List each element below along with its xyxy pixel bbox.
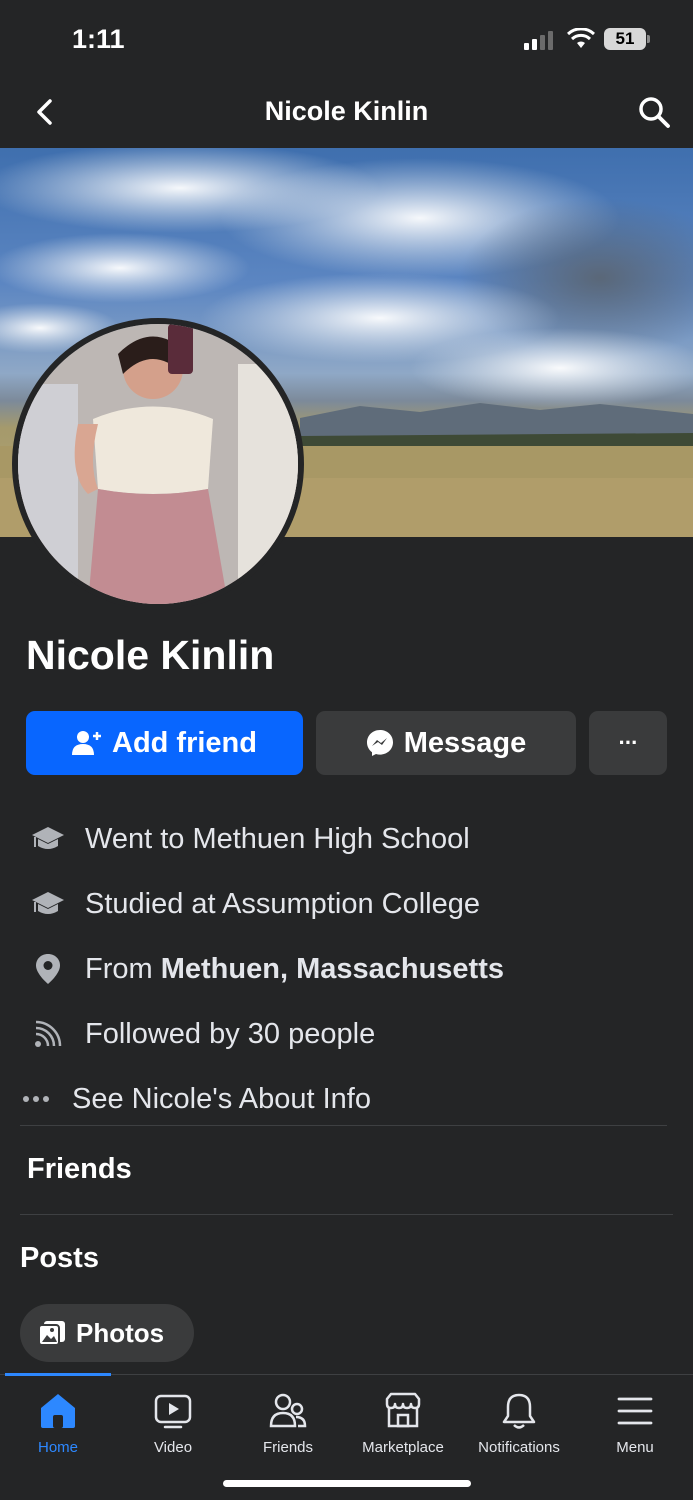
video-icon xyxy=(154,1394,192,1429)
menu-icon xyxy=(617,1397,653,1425)
school-text: Went to Methuen High School xyxy=(85,822,470,855)
battery-indicator: 51 xyxy=(604,28,646,50)
tab-friends[interactable]: Friends xyxy=(230,1391,346,1456)
friends-icon xyxy=(269,1393,307,1428)
friends-section-title: Friends xyxy=(27,1153,132,1185)
bell-icon xyxy=(502,1393,536,1429)
tab-video[interactable]: Video xyxy=(115,1391,231,1456)
profile-name: Nicole Kinlin xyxy=(26,632,275,678)
photos-icon xyxy=(38,1321,65,1346)
signal-icon xyxy=(524,31,553,50)
active-tab-indicator xyxy=(5,1373,111,1376)
graduation-cap-icon xyxy=(30,821,66,857)
home-icon xyxy=(41,1394,75,1428)
tab-menu[interactable]: Menu xyxy=(577,1391,693,1456)
tab-label: Friends xyxy=(262,1439,314,1456)
tab-label: Home xyxy=(37,1439,78,1456)
profile-avatar[interactable] xyxy=(12,318,304,610)
header-title: Nicole Kinlin xyxy=(264,96,429,126)
hometown-prefix: From xyxy=(85,952,153,985)
info-row-followers: Followed by 30 people xyxy=(0,1009,693,1059)
more-options-button[interactable]: ··· xyxy=(589,711,667,775)
photos-filter-chip[interactable]: Photos xyxy=(20,1304,194,1362)
tab-label: Menu xyxy=(616,1439,654,1456)
followers-text[interactable]: Followed by 30 people xyxy=(85,1018,375,1051)
divider xyxy=(20,1214,673,1215)
location-pin-icon xyxy=(30,951,66,987)
add-friend-label: Add friend xyxy=(112,726,257,759)
info-row-school: Went to Methuen High School xyxy=(0,814,693,864)
ellipsis-icon xyxy=(23,1096,49,1102)
tab-home[interactable]: Home xyxy=(0,1391,116,1456)
tab-marketplace[interactable]: Marketplace xyxy=(345,1391,461,1456)
status-bar: 1:11 51 xyxy=(0,0,693,78)
graduation-cap-icon xyxy=(30,886,66,922)
see-about-info-link[interactable]: See Nicole's About Info xyxy=(0,1074,693,1124)
hometown-text: From Methuen, Massachusetts xyxy=(85,953,504,986)
hometown-place[interactable]: Methuen, Massachusetts xyxy=(161,953,504,985)
profile-picture xyxy=(18,324,298,604)
tab-label: Video xyxy=(153,1439,193,1456)
photos-chip-label: Photos xyxy=(76,1317,165,1348)
add-person-icon xyxy=(72,731,101,755)
info-row-college: Studied at Assumption College xyxy=(0,879,693,929)
posts-section-title: Posts xyxy=(20,1242,99,1274)
tab-label: Marketplace xyxy=(362,1439,444,1456)
see-about-label: See Nicole's About Info xyxy=(72,1082,371,1115)
tab-label: Notifications xyxy=(478,1439,560,1456)
home-indicator[interactable] xyxy=(223,1480,471,1487)
more-dots-icon: ··· xyxy=(618,730,639,755)
college-text: Studied at Assumption College xyxy=(85,887,480,920)
battery-tip xyxy=(647,35,650,43)
wifi-icon xyxy=(567,28,595,48)
message-button[interactable]: Message xyxy=(316,711,576,775)
rss-feed-icon xyxy=(30,1016,66,1052)
message-label: Message xyxy=(403,726,527,759)
info-row-hometown: From Methuen, Massachusetts xyxy=(0,944,693,994)
tab-notifications[interactable]: Notifications xyxy=(461,1391,577,1456)
divider xyxy=(20,1125,667,1126)
profile-header: Nicole Kinlin xyxy=(0,78,693,148)
add-friend-button[interactable]: Add friend xyxy=(26,711,303,775)
marketplace-icon xyxy=(385,1392,421,1428)
messenger-icon xyxy=(366,730,393,756)
status-time: 1:11 xyxy=(72,24,125,54)
search-icon[interactable] xyxy=(636,94,672,130)
